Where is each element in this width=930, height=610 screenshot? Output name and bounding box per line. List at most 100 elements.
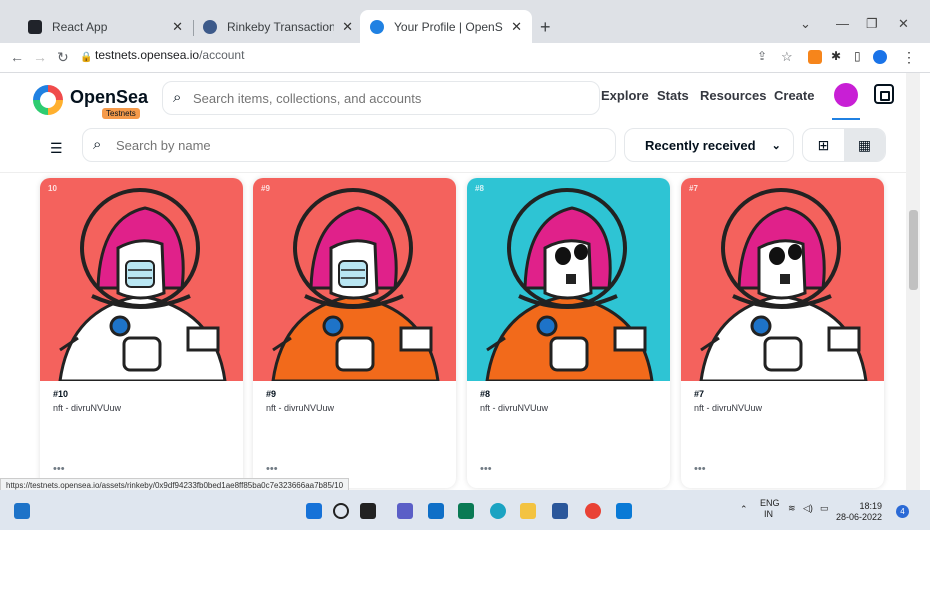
language-top[interactable]: ENG — [760, 498, 780, 508]
url-field[interactable]: testnets.opensea.io/account — [95, 48, 244, 62]
task-view-icon[interactable] — [360, 503, 376, 519]
volume-icon[interactable]: ◁) — [803, 503, 813, 514]
nft-collection[interactable]: nft - divruNVUuw — [53, 403, 121, 413]
windows-taskbar: ⌃ ENG IN ≋ ◁) ▭ 18:19 28-06-2022 4 — [0, 490, 930, 530]
window-close-icon[interactable]: ✕ — [898, 16, 909, 32]
active-indicator — [832, 118, 860, 120]
opensea-logo-icon[interactable] — [33, 85, 63, 115]
search-icon[interactable] — [333, 503, 349, 519]
nft-title[interactable]: #8 — [480, 389, 490, 399]
reload-icon[interactable]: ↻ — [57, 49, 69, 66]
sort-label: Recently received — [645, 137, 756, 153]
more-options-button[interactable]: ••• — [266, 463, 278, 475]
tab-title: Your Profile | OpenSea — [394, 19, 503, 34]
nft-card[interactable]: 10 #10 nft - divruNVUuw ••• — [40, 178, 243, 488]
nft-collection[interactable]: nft - divruNVUuw — [694, 403, 762, 413]
side-panel-icon[interactable]: ▯ — [854, 49, 861, 63]
nft-artwork — [253, 178, 456, 381]
more-options-button[interactable]: ••• — [53, 463, 65, 475]
extensions-puzzle-icon[interactable]: ✱ — [831, 49, 841, 63]
file-explorer-icon[interactable] — [520, 503, 536, 519]
token-tag: #8 — [475, 184, 484, 193]
global-search[interactable]: ⌕ — [162, 81, 600, 115]
tab-react-app[interactable]: React App ✕ — [18, 10, 193, 43]
metamask-fox-icon[interactable] — [808, 50, 822, 64]
nft-collection[interactable]: nft - divruNVUuw — [480, 403, 548, 413]
nft-collection[interactable]: nft - divruNVUuw — [266, 403, 334, 413]
small-grid-icon[interactable]: ▦ — [844, 129, 885, 161]
notification-badge[interactable]: 4 — [896, 505, 909, 518]
brand-name[interactable]: OpenSea — [70, 87, 148, 108]
widgets-icon[interactable] — [14, 503, 30, 519]
nav-stats[interactable]: Stats — [657, 88, 689, 103]
tray-chevron-icon[interactable]: ⌃ — [740, 504, 748, 515]
large-grid-icon[interactable]: ⊞ — [803, 129, 844, 161]
nft-title[interactable]: #9 — [266, 389, 276, 399]
word-icon[interactable] — [552, 503, 568, 519]
lock-icon[interactable]: 🔒 — [80, 52, 92, 63]
nft-title[interactable]: #10 — [53, 389, 68, 399]
tab-opensea-profile[interactable]: Your Profile | OpenSea ✕ — [360, 10, 532, 43]
scrollbar-thumb[interactable] — [909, 210, 918, 290]
nft-title[interactable]: #7 — [694, 389, 704, 399]
restore-icon[interactable]: ❐ — [866, 16, 878, 32]
minimize-icon[interactable]: — — [836, 16, 849, 31]
tab-title: React App — [52, 19, 108, 34]
teams-chat-icon[interactable] — [397, 503, 413, 519]
react-favicon-icon — [28, 19, 42, 34]
search-icon: ⌕ — [173, 89, 182, 106]
profile-avatar-icon[interactable] — [873, 50, 887, 64]
nft-card[interactable]: #8 #8 nft - divruNVUuw ••• — [467, 178, 670, 488]
close-icon[interactable]: ✕ — [172, 19, 183, 35]
token-tag: #7 — [689, 184, 698, 193]
address-bar-row: ← → ↻ 🔒 testnets.opensea.io/account ⇪ ☆ … — [0, 43, 930, 73]
more-options-button[interactable]: ••• — [694, 463, 706, 475]
share-icon[interactable]: ⇪ — [757, 49, 767, 63]
language-bottom[interactable]: IN — [764, 509, 773, 519]
bookmark-star-icon[interactable]: ☆ — [781, 49, 793, 65]
close-icon[interactable]: ✕ — [511, 19, 522, 35]
back-arrow-icon[interactable]: ← — [10, 49, 24, 65]
forward-arrow-icon[interactable]: → — [33, 49, 47, 65]
token-tag: 10 — [48, 184, 57, 193]
nft-card[interactable]: #9 #9 nft - divruNVUuw ••• — [253, 178, 456, 488]
account-avatar[interactable] — [834, 83, 858, 107]
tab-search-chevron-icon[interactable]: ⌄ — [800, 16, 811, 32]
edge-browser-icon[interactable] — [490, 503, 506, 519]
opensea-favicon-icon — [370, 19, 384, 34]
wifi-icon[interactable]: ≋ — [788, 503, 796, 514]
mail-icon[interactable] — [428, 503, 444, 519]
tab-title: Rinkeby Transaction Hash (Txhash) — [227, 19, 335, 34]
tab-rinkeby[interactable]: Rinkeby Transaction Hash (Txhash) ✕ — [193, 10, 363, 43]
close-icon[interactable]: ✕ — [342, 19, 353, 35]
new-tab-plus-icon[interactable]: + — [540, 17, 551, 38]
nft-artwork — [40, 178, 243, 381]
opensea-page: OpenSea Testnets ⌕ Explore Stats Resourc… — [0, 73, 906, 490]
filter-lines-icon[interactable]: ☰ — [50, 140, 63, 157]
battery-icon[interactable]: ▭ — [820, 503, 829, 514]
vscode-icon[interactable] — [616, 503, 632, 519]
nft-card[interactable]: #7 #7 nft - divruNVUuw ••• — [681, 178, 884, 488]
nft-artwork — [467, 178, 670, 381]
token-tag: #9 — [261, 184, 270, 193]
wallet-icon[interactable] — [874, 84, 894, 104]
name-search[interactable]: ⌕ — [82, 128, 616, 162]
clock-date: 28-06-2022 — [836, 512, 883, 522]
etherscan-favicon-icon — [203, 19, 217, 34]
nav-create[interactable]: Create — [774, 88, 814, 103]
testnets-badge: Testnets — [102, 108, 140, 119]
sort-dropdown[interactable]: Recently received ⌄ — [624, 128, 794, 162]
nav-explore[interactable]: Explore — [601, 88, 649, 103]
nav-resources[interactable]: Resources — [700, 88, 766, 103]
search-icon: ⌕ — [93, 136, 102, 153]
global-search-input[interactable] — [193, 88, 583, 108]
chrome-icon[interactable] — [585, 503, 601, 519]
browser-tab-strip: React App ✕ Rinkeby Transaction Hash (Tx… — [0, 0, 930, 43]
name-search-input[interactable] — [116, 135, 596, 155]
app-l-icon[interactable] — [458, 503, 474, 519]
clock-time: 18:19 — [859, 501, 883, 511]
more-options-button[interactable]: ••• — [480, 463, 492, 475]
clock[interactable]: 18:19 28-06-2022 — [836, 501, 882, 523]
browser-menu-icon[interactable]: ⋮ — [902, 49, 916, 66]
windows-start-icon[interactable] — [306, 503, 322, 519]
